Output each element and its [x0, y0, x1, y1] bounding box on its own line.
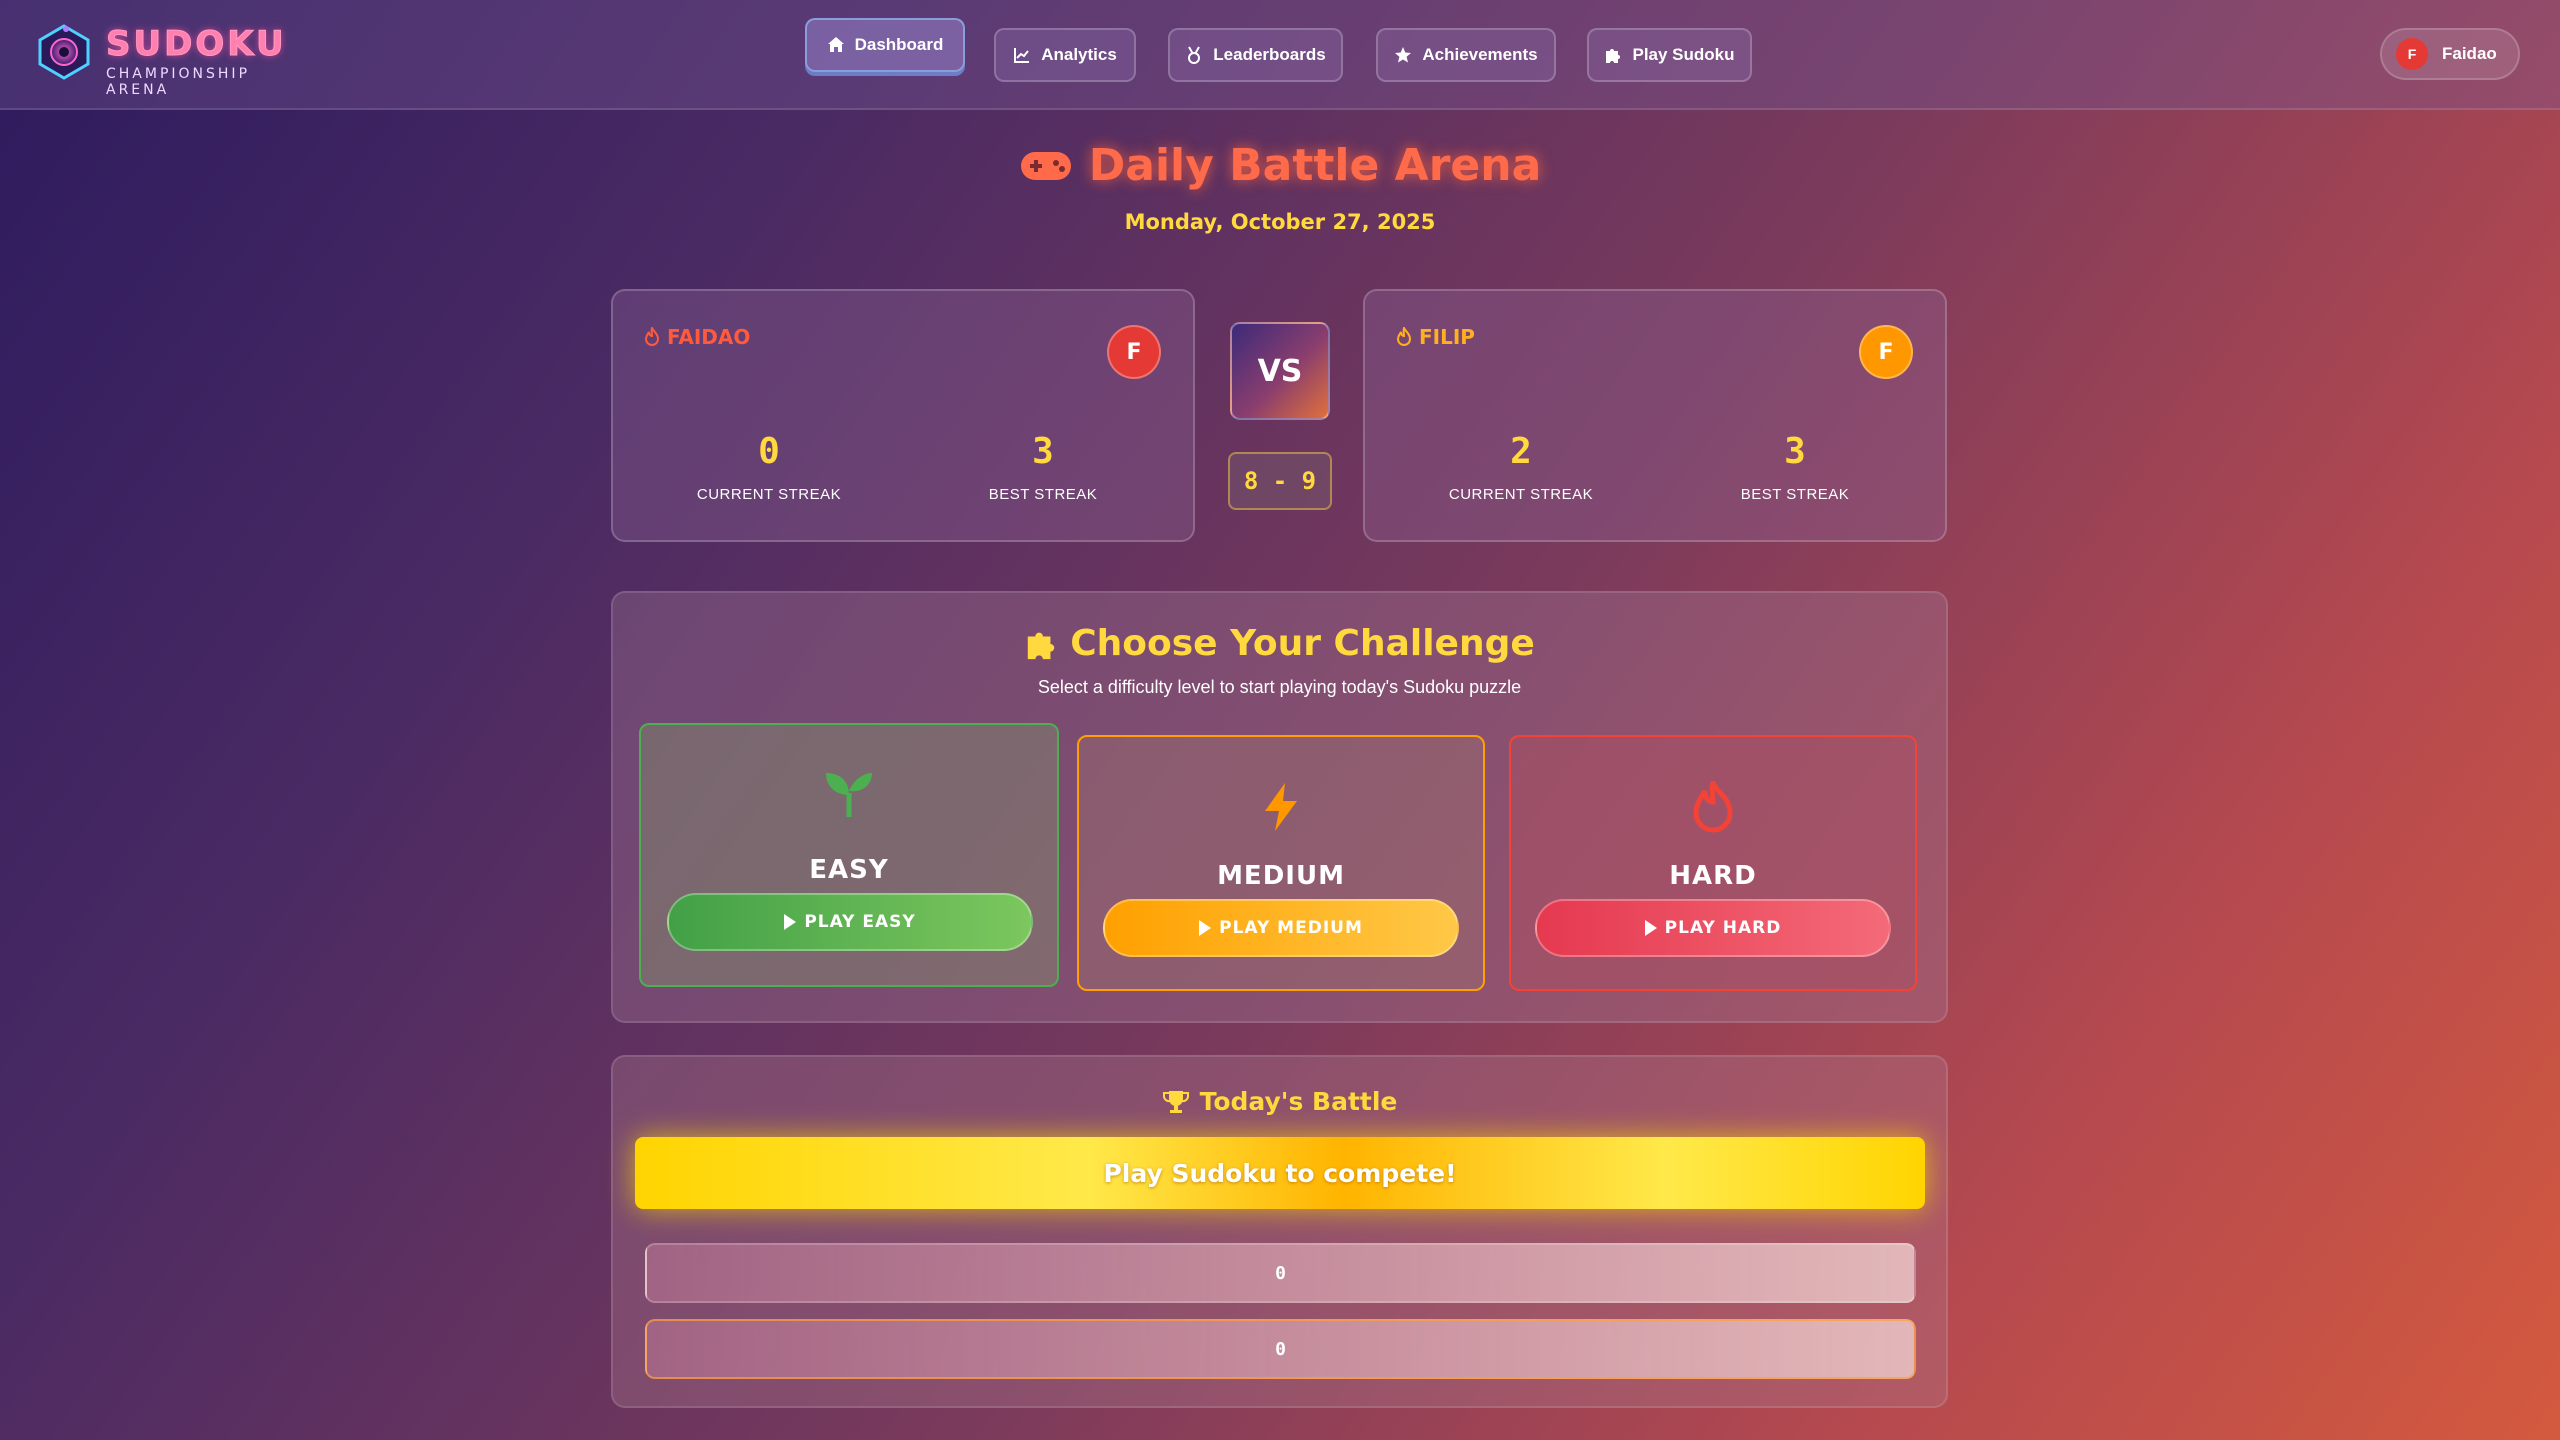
nav-play-sudoku[interactable]: Play Sudoku	[1587, 28, 1752, 82]
sprout-icon	[826, 773, 872, 817]
current-streak-value: 0	[758, 431, 780, 472]
play-icon	[1644, 920, 1657, 936]
best-streak-label: BEST STREAK	[988, 486, 1098, 503]
player-card-filip: FILIP F 2 CURRENT STREAK 3 BEST STREAK	[1363, 289, 1947, 542]
flame-icon	[1396, 327, 1412, 346]
nav-label: Analytics	[1041, 45, 1117, 64]
best-streak-value: 3	[1784, 431, 1806, 472]
nav-label: Leaderboards	[1213, 45, 1326, 64]
nav-label: Play Sudoku	[1632, 45, 1735, 64]
puzzle-icon	[1606, 49, 1621, 63]
page-title-text: Daily Battle Arena	[1088, 140, 1542, 191]
play-easy-label: PLAY EASY	[804, 912, 916, 932]
puzzle-icon	[1027, 632, 1055, 659]
battle-title: Today's Battle	[613, 1087, 1946, 1116]
current-streak-value: 2	[1510, 431, 1532, 472]
play-medium-button[interactable]: PLAY MEDIUM	[1103, 899, 1459, 957]
play-hard-button[interactable]: PLAY HARD	[1535, 899, 1891, 957]
player-name-text: FILIP	[1419, 325, 1475, 349]
challenge-title-text: Choose Your Challenge	[1070, 623, 1535, 664]
play-medium-label: PLAY MEDIUM	[1219, 918, 1363, 938]
play-icon	[1199, 920, 1212, 936]
player-name: FILIP	[1395, 325, 1475, 349]
nav-leaderboards[interactable]: Leaderboards	[1168, 28, 1343, 82]
challenge-subtitle: Select a difficulty level to start playi…	[1037, 677, 1522, 697]
best-streak-label: BEST STREAK	[1740, 486, 1850, 503]
head-to-head-score: 8 - 9	[1228, 452, 1332, 510]
current-date: Monday, October 27, 2025	[1124, 210, 1436, 234]
star-icon	[1395, 47, 1412, 63]
difficulty-card-hard[interactable]: HARD PLAY HARD	[1509, 735, 1917, 991]
player-progress-bar: 0	[645, 1243, 1916, 1303]
page-title: Daily Battle Arena	[0, 140, 2560, 191]
gamepad-icon	[1020, 151, 1071, 180]
player-card-faidao: FAIDAO F 0 CURRENT STREAK 3 BEST STREAK	[611, 289, 1195, 542]
difficulty-name: MEDIUM	[1217, 861, 1345, 891]
avatar: F	[1859, 325, 1913, 379]
player-name: FAIDAO	[643, 325, 750, 349]
play-to-compete-banner[interactable]: Play Sudoku to compete!	[635, 1137, 1925, 1209]
lightning-icon	[1265, 783, 1297, 831]
player-name-text: FAIDAO	[667, 325, 751, 349]
nav-achievements[interactable]: Achievements	[1376, 28, 1556, 82]
play-easy-button[interactable]: PLAY EASY	[667, 893, 1033, 951]
chart-icon	[1014, 48, 1030, 63]
trophy-icon	[1162, 1090, 1189, 1113]
current-streak-stat: 2 CURRENT STREAK	[1411, 431, 1631, 503]
nav-label: Achievements	[1422, 45, 1538, 64]
avatar: F	[1107, 325, 1161, 379]
flame-icon	[644, 327, 660, 346]
versus-badge: VS	[1230, 322, 1330, 420]
user-name: Faidao	[2442, 44, 2497, 63]
player-progress-bar: 0	[645, 1319, 1916, 1379]
difficulty-name: EASY	[809, 855, 889, 885]
difficulty-card-easy[interactable]: EASY PLAY EASY	[639, 723, 1059, 987]
avatar: F	[2396, 38, 2428, 70]
user-menu[interactable]: F Faidao	[2380, 28, 2520, 80]
best-streak-stat: 3 BEST STREAK	[1685, 431, 1905, 503]
play-hard-label: PLAY HARD	[1664, 918, 1782, 938]
challenge-title: Choose Your Challenge	[613, 623, 1946, 664]
best-streak-value: 3	[1032, 431, 1054, 472]
best-streak-stat: 3 BEST STREAK	[933, 431, 1153, 503]
current-streak-stat: 0 CURRENT STREAK	[659, 431, 879, 503]
battle-title-text: Today's Battle	[1199, 1087, 1398, 1116]
top-navigation-bar: SUDOKU CHAMPIONSHIP ARENA Dashboard Anal…	[0, 0, 2560, 110]
current-streak-label: CURRENT STREAK	[696, 486, 842, 503]
nav-dashboard[interactable]: Dashboard	[805, 18, 965, 72]
main-nav: Dashboard Analytics Leaderboards Achieve…	[0, 18, 2560, 88]
nav-label: Dashboard	[854, 35, 944, 54]
play-icon	[784, 914, 797, 930]
home-icon	[827, 37, 844, 52]
nav-analytics[interactable]: Analytics	[994, 28, 1136, 82]
todays-battle-panel: Today's Battle Play Sudoku to compete! 0…	[611, 1055, 1948, 1408]
fire-icon	[1693, 781, 1733, 833]
difficulty-card-medium[interactable]: MEDIUM PLAY MEDIUM	[1077, 735, 1485, 991]
current-streak-label: CURRENT STREAK	[1448, 486, 1594, 503]
challenge-panel: Choose Your Challenge Select a difficult…	[611, 591, 1948, 1023]
medal-icon	[1188, 46, 1201, 64]
difficulty-name: HARD	[1669, 861, 1757, 891]
